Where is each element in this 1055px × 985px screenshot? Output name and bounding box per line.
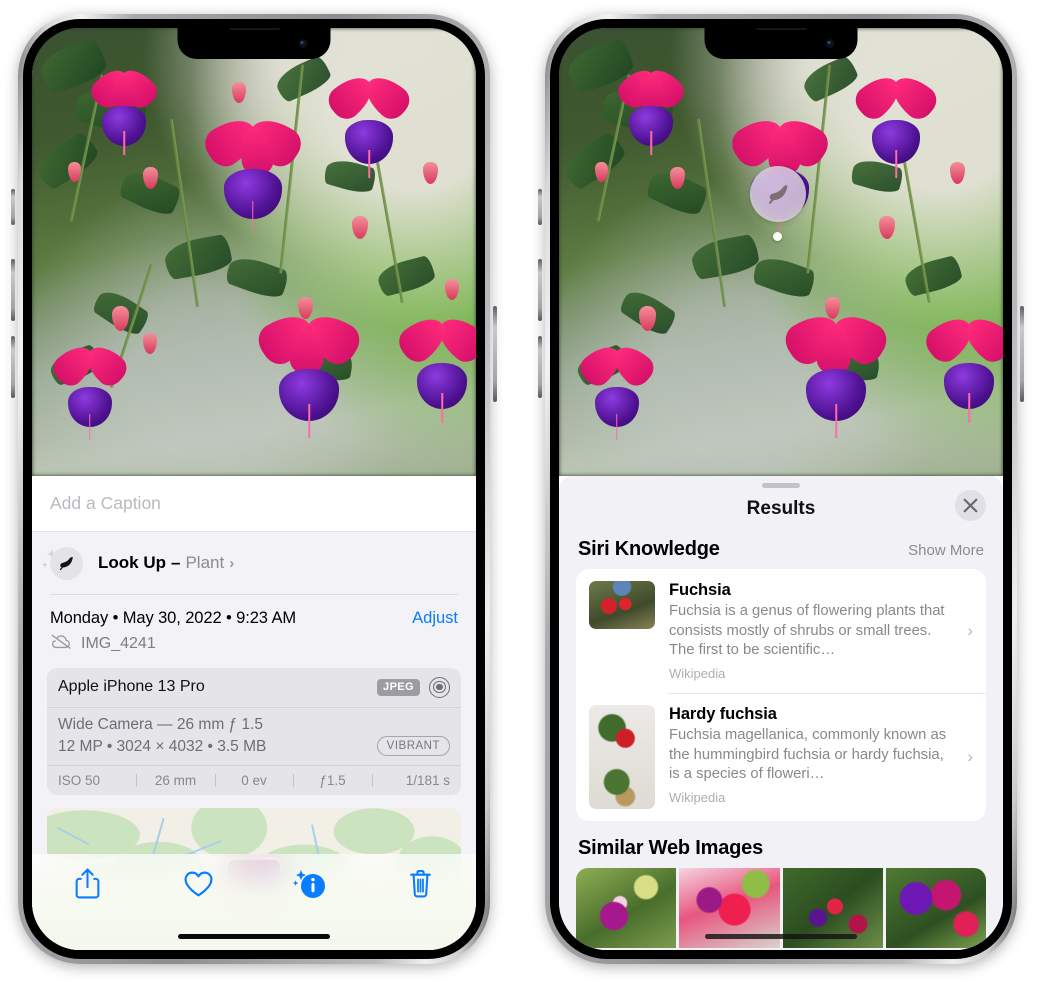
screen-left: Add a Caption ✦ ✦ Look Up — [32, 28, 476, 950]
exif-row: ISO 50 26 mm 0 ev ƒ1.5 1/181 s — [47, 766, 461, 795]
look-up-label: Look Up – Plant › — [98, 553, 234, 573]
info-button[interactable] — [254, 866, 365, 906]
notch — [704, 28, 858, 59]
share-button[interactable] — [32, 866, 143, 906]
web-image-thumbnail[interactable] — [885, 868, 986, 949]
volume-down-button[interactable] — [538, 336, 542, 398]
results-title: Results — [746, 498, 816, 519]
chevron-right-icon: › — [229, 554, 235, 572]
volume-up-button[interactable] — [11, 259, 15, 321]
front-camera — [298, 39, 308, 48]
visual-lookup-badge[interactable] — [750, 166, 806, 222]
look-up-title: Look Up — [98, 553, 166, 572]
knowledge-source: Wikipedia — [669, 789, 726, 805]
power-button[interactable] — [493, 306, 497, 402]
results-sheet: Results Siri Knowledge Show More Fuchsia… — [559, 476, 1003, 950]
leaf-icon — [768, 184, 787, 204]
home-indicator[interactable] — [178, 934, 330, 939]
share-icon — [75, 868, 100, 904]
similar-web-images-header: Similar Web Images — [559, 821, 1003, 868]
chevron-right-icon: › — [967, 747, 973, 767]
camera-info-card: Apple iPhone 13 Pro JPEG Wide Camera — 2… — [47, 667, 461, 795]
leaf-icon — [50, 546, 83, 580]
info-sparkle-icon — [292, 868, 327, 905]
filename-text: IMG_4241 — [81, 634, 156, 652]
section-title: Siri Knowledge — [578, 538, 720, 560]
trash-icon — [408, 869, 433, 904]
visual-lookup-anchor-dot — [773, 232, 782, 241]
sparkle-small-icon: ✦ — [41, 560, 49, 570]
camera-device-name: Apple iPhone 13 Pro — [58, 678, 205, 695]
close-icon — [963, 498, 978, 513]
knowledge-source: Wikipedia — [669, 665, 726, 681]
style-badge: VIBRANT — [376, 735, 450, 756]
mute-switch[interactable] — [538, 189, 542, 225]
metadata-block: Monday • May 30, 2022 • 9:23 AM Adjust I — [32, 595, 476, 655]
filename-row: IMG_4241 — [50, 633, 458, 655]
exif-iso: ISO 50 — [58, 772, 101, 788]
photo-date: Monday • May 30, 2022 • 9:23 AM — [50, 608, 297, 627]
front-camera — [825, 39, 835, 48]
volume-down-button[interactable] — [11, 336, 15, 398]
adjust-button[interactable]: Adjust — [412, 609, 458, 628]
exif-shutter: 1/181 s — [405, 772, 450, 788]
mute-switch[interactable] — [11, 189, 15, 225]
earpiece-speaker — [755, 28, 807, 30]
lens-icon — [429, 676, 450, 698]
screenshot-root: Add a Caption ✦ ✦ Look Up — [0, 0, 1055, 985]
knowledge-description: Fuchsia magellanica, commonly known as t… — [669, 727, 947, 783]
knowledge-thumbnail — [589, 581, 655, 629]
exif-focal: 26 mm — [154, 772, 197, 788]
cloud-slash-icon — [50, 633, 72, 655]
camera-specs-row: Wide Camera — 26 mm ƒ 1.5 12 MP • 3024 ×… — [47, 708, 461, 766]
heart-icon — [183, 870, 214, 903]
look-up-subject: Plant — [185, 553, 225, 572]
notch — [177, 28, 331, 59]
exif-aperture: ƒ1.5 — [319, 772, 346, 788]
lens-line: Wide Camera — 26 mm ƒ 1.5 — [58, 715, 264, 733]
knowledge-title: Fuchsia — [669, 581, 731, 599]
results-header: Results — [559, 488, 1003, 530]
delete-button[interactable] — [365, 866, 476, 906]
earpiece-speaker — [228, 28, 280, 30]
photo-viewer-left[interactable] — [32, 28, 476, 476]
close-button[interactable] — [955, 490, 986, 521]
knowledge-item[interactable]: Hardy fuchsia Fuchsia magellanica, commo… — [576, 693, 986, 821]
section-title: Similar Web Images — [578, 837, 763, 860]
screen-right: Results Siri Knowledge Show More Fuchsia… — [559, 28, 1003, 950]
knowledge-body: Hardy fuchsia Fuchsia magellanica, commo… — [655, 705, 973, 809]
exif-ev: 0 ev — [241, 772, 267, 788]
knowledge-thumbnail — [589, 705, 655, 810]
favorite-button[interactable] — [143, 866, 254, 906]
knowledge-title: Hardy fuchsia — [669, 705, 777, 724]
home-indicator[interactable] — [705, 934, 857, 939]
camera-device-row: Apple iPhone 13 Pro JPEG — [47, 668, 461, 708]
iphone-device-right: Results Siri Knowledge Show More Fuchsia… — [538, 14, 1024, 964]
caption-placeholder: Add a Caption — [50, 493, 161, 513]
format-badge: JPEG — [377, 678, 420, 696]
siri-knowledge-card: Fuchsia Fuchsia is a genus of flowering … — [576, 569, 986, 822]
power-button[interactable] — [1020, 306, 1024, 402]
show-more-button[interactable]: Show More — [908, 542, 984, 559]
caption-input[interactable]: Add a Caption — [32, 476, 476, 532]
knowledge-item[interactable]: Fuchsia Fuchsia is a genus of flowering … — [576, 569, 986, 693]
iphone-device-left: Add a Caption ✦ ✦ Look Up — [11, 14, 497, 964]
knowledge-description: Fuchsia is a genus of flowering plants t… — [669, 603, 945, 659]
photo-viewer-right[interactable] — [559, 28, 1003, 476]
volume-up-button[interactable] — [538, 259, 542, 321]
knowledge-body: Fuchsia Fuchsia is a genus of flowering … — [655, 581, 973, 681]
look-up-row[interactable]: ✦ ✦ Look Up – Plant › — [32, 532, 476, 594]
chevron-right-icon: › — [967, 620, 973, 640]
web-image-thumbnail[interactable] — [576, 868, 677, 949]
look-up-dash: – — [171, 553, 181, 572]
siri-knowledge-header: Siri Knowledge Show More — [559, 530, 1003, 569]
